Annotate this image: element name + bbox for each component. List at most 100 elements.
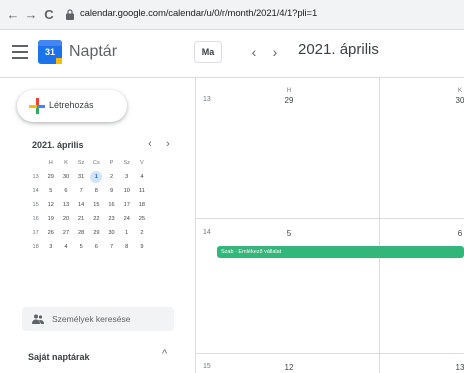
mini-day[interactable]: 28 — [74, 226, 89, 240]
my-calendars-label[interactable]: Saját naptárak — [28, 352, 90, 362]
address-bar[interactable]: calendar.google.com/calendar/u/0/r/month… — [80, 8, 317, 19]
mini-calendar-week-row: 18 3 4 5 6 7 8 9 — [28, 240, 150, 254]
day-number[interactable]: 6 — [450, 229, 464, 238]
mini-day[interactable]: 15 — [89, 198, 104, 212]
browser-toolbar: ← → C calendar.google.com/calendar/u/0/r… — [0, 0, 464, 30]
main-menu-icon[interactable] — [12, 45, 28, 59]
mini-day[interactable]: 26 — [43, 226, 58, 240]
mini-calendar: H K Sz Cs P Sz V 13 29 30 31 1 2 3 4 14 5 6 7 8 9 10 11 15 12 13 1… — [28, 156, 150, 254]
mini-calendar-week-row: 14 5 6 7 8 9 10 11 — [28, 184, 150, 198]
mini-day[interactable]: 9 — [104, 184, 119, 198]
forward-arrow-icon[interactable]: → — [24, 7, 38, 23]
week-number: 13 — [203, 96, 211, 103]
mini-day[interactable]: 24 — [119, 212, 134, 226]
day-number[interactable]: 13 — [450, 363, 464, 372]
day-number[interactable]: 29 — [279, 96, 299, 105]
mini-day[interactable]: 2 — [134, 226, 149, 240]
mini-day[interactable]: 6 — [89, 240, 104, 254]
mini-weekday-header: H — [48, 160, 53, 166]
mini-day[interactable]: 17 — [119, 198, 134, 212]
mini-weekday-header: Sz — [77, 160, 85, 166]
mini-day[interactable]: 8 — [89, 184, 104, 198]
mini-day[interactable]: 4 — [58, 240, 73, 254]
mini-day[interactable]: 1 — [119, 226, 134, 240]
mini-day[interactable]: 18 — [134, 198, 149, 212]
mini-day[interactable]: 3 — [43, 240, 58, 254]
prev-month-icon[interactable]: ‹ — [247, 41, 261, 63]
mini-day[interactable]: 7 — [74, 184, 89, 198]
mini-calendar-week-row: 16 19 20 21 22 23 24 25 — [28, 212, 150, 226]
mini-day[interactable]: 16 — [104, 198, 119, 212]
mini-day[interactable]: 4 — [134, 170, 149, 184]
mini-day[interactable]: 10 — [119, 184, 134, 198]
mini-week-number: 13 — [32, 174, 39, 180]
week-number: 14 — [203, 229, 211, 236]
mini-day[interactable]: 30 — [104, 226, 119, 240]
mini-week-number: 14 — [32, 188, 39, 194]
mini-calendar-header-row: H K Sz Cs P Sz V — [28, 156, 150, 170]
day-number[interactable]: 30 — [450, 96, 464, 105]
mini-calendar-week-row: 15 12 13 14 15 16 17 18 — [28, 198, 150, 212]
mini-day[interactable]: 22 — [89, 212, 104, 226]
mini-day[interactable]: 12 — [43, 198, 58, 212]
mini-day[interactable]: 29 — [89, 226, 104, 240]
app-header: 31 Naptár Ma ‹ › 2021. április — [0, 30, 464, 78]
people-icon — [32, 314, 44, 324]
mini-day[interactable]: 2 — [104, 170, 119, 184]
create-label: Létrehozás — [49, 100, 94, 110]
day-header: H — [286, 88, 292, 94]
day-number[interactable]: 5 — [279, 229, 299, 238]
today-button[interactable]: Ma — [194, 41, 222, 63]
mini-week-number: 16 — [32, 216, 39, 222]
next-month-icon[interactable]: › — [268, 41, 282, 63]
mini-weekday-header — [28, 156, 43, 170]
mini-week-number: 17 — [32, 230, 39, 236]
mini-day[interactable]: 11 — [134, 184, 149, 198]
mini-weekday-header: Sz — [123, 160, 130, 166]
mini-calendar-title: 2021. április — [32, 140, 84, 150]
mini-weekday-header: P — [109, 160, 114, 166]
back-arrow-icon[interactable]: ← — [6, 7, 20, 23]
mini-day[interactable]: 6 — [58, 184, 73, 198]
people-search-label: Személyek keresése — [52, 314, 131, 324]
reload-icon[interactable]: C — [42, 7, 56, 23]
mini-day[interactable]: 7 — [104, 240, 119, 254]
mini-day[interactable]: 13 — [58, 198, 73, 212]
day-number[interactable]: 12 — [279, 363, 299, 372]
mini-day[interactable]: 8 — [119, 240, 134, 254]
mini-day[interactable]: 20 — [58, 212, 73, 226]
mini-day[interactable]: 21 — [74, 212, 89, 226]
mini-day[interactable]: 31 — [74, 170, 89, 184]
mini-day-today[interactable]: 1 — [89, 170, 104, 184]
mini-calendar-week-row: 13 29 30 31 1 2 3 4 — [28, 170, 150, 184]
mini-day[interactable]: 23 — [104, 212, 119, 226]
mini-day[interactable]: 14 — [74, 198, 89, 212]
month-title: 2021. április — [298, 41, 379, 58]
day-header: K — [457, 88, 462, 94]
mini-next-icon[interactable]: › — [162, 138, 174, 150]
mini-weekday-header: K — [64, 160, 68, 166]
people-search[interactable]: Személyek keresése — [22, 307, 174, 331]
mini-weekday-header: V — [140, 160, 144, 166]
mini-day[interactable]: 5 — [43, 184, 58, 198]
mini-day[interactable]: 5 — [74, 240, 89, 254]
lock-icon — [66, 9, 74, 20]
week-number: 15 — [203, 363, 211, 370]
mini-day[interactable]: 9 — [134, 240, 149, 254]
mini-prev-icon[interactable]: ‹ — [144, 138, 156, 150]
mini-day[interactable]: 3 — [119, 170, 134, 184]
mini-day[interactable]: 30 — [58, 170, 73, 184]
month-grid: H K 13 29 30 14 5 6 Szab · Emlékező váll… — [195, 78, 464, 373]
app-name: Naptár — [69, 43, 118, 60]
mini-week-number: 18 — [32, 244, 39, 250]
mini-calendar-week-row: 17 26 27 28 29 30 1 2 — [28, 226, 150, 240]
mini-weekday-header: Cs — [92, 160, 100, 166]
chevron-up-icon[interactable]: ^ — [162, 348, 167, 360]
mini-day[interactable]: 19 — [43, 212, 58, 226]
event-chip[interactable]: Szab · Emlékező vállalat — [217, 246, 464, 258]
mini-day[interactable]: 27 — [58, 226, 73, 240]
mini-day[interactable]: 29 — [43, 170, 58, 184]
mini-day[interactable]: 25 — [134, 212, 149, 226]
plus-icon — [29, 98, 45, 114]
create-button[interactable]: Létrehozás — [17, 90, 127, 122]
